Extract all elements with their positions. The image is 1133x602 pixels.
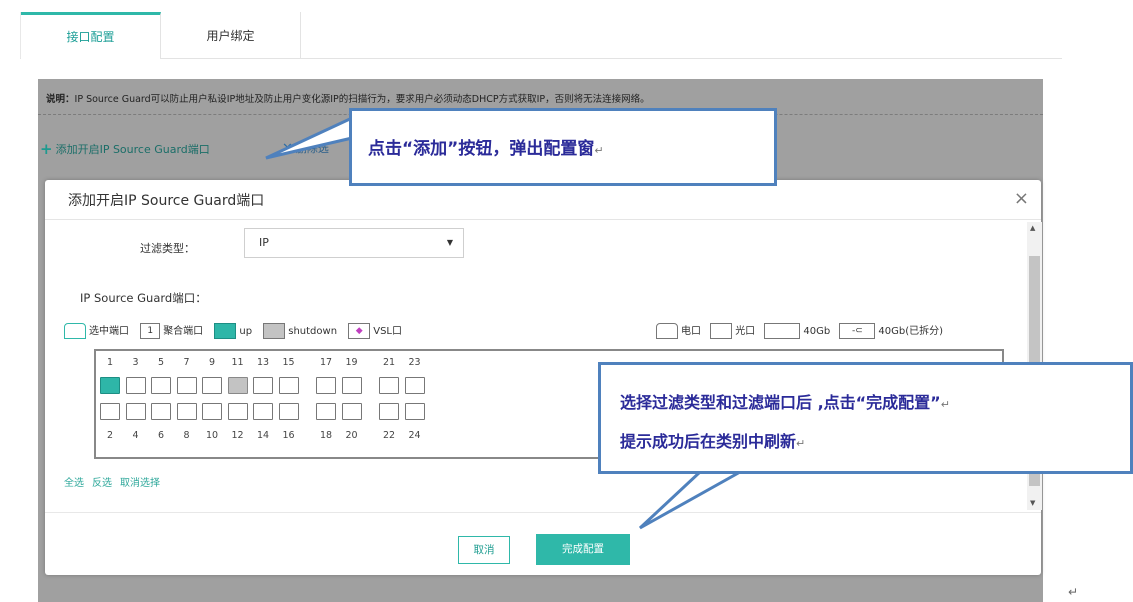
callout-top-tail bbox=[265, 115, 354, 160]
callout-bottom-line2: 提示成功后在类别中刷新↵ bbox=[620, 428, 805, 452]
return-mark: ↵ bbox=[940, 398, 950, 411]
callout-top-text: 点击“添加”按钮，弹出配置窗↵ bbox=[368, 134, 604, 159]
callout-bottom-label-2: 提示成功后在类别中刷新 bbox=[620, 432, 797, 451]
page: 接口配置 用户绑定 说明：IP Source Guard可以防止用户私设IP地址… bbox=[0, 0, 1133, 602]
callout-bottom bbox=[598, 362, 1133, 474]
callout-top-label: 点击“添加”按钮，弹出配置窗 bbox=[368, 139, 595, 159]
callout-bottom-tail bbox=[638, 470, 746, 530]
callout-bottom-label-1: 选择过滤类型和过滤端口后 ,点击“完成配置” bbox=[620, 393, 941, 412]
callout-tails bbox=[265, 115, 746, 530]
return-mark: ↵ bbox=[594, 144, 604, 157]
return-mark-corner: ↵ bbox=[1068, 585, 1079, 599]
callout-bottom-line1: 选择过滤类型和过滤端口后 ,点击“完成配置”↵ bbox=[620, 389, 950, 413]
return-mark: ↵ bbox=[796, 437, 806, 450]
